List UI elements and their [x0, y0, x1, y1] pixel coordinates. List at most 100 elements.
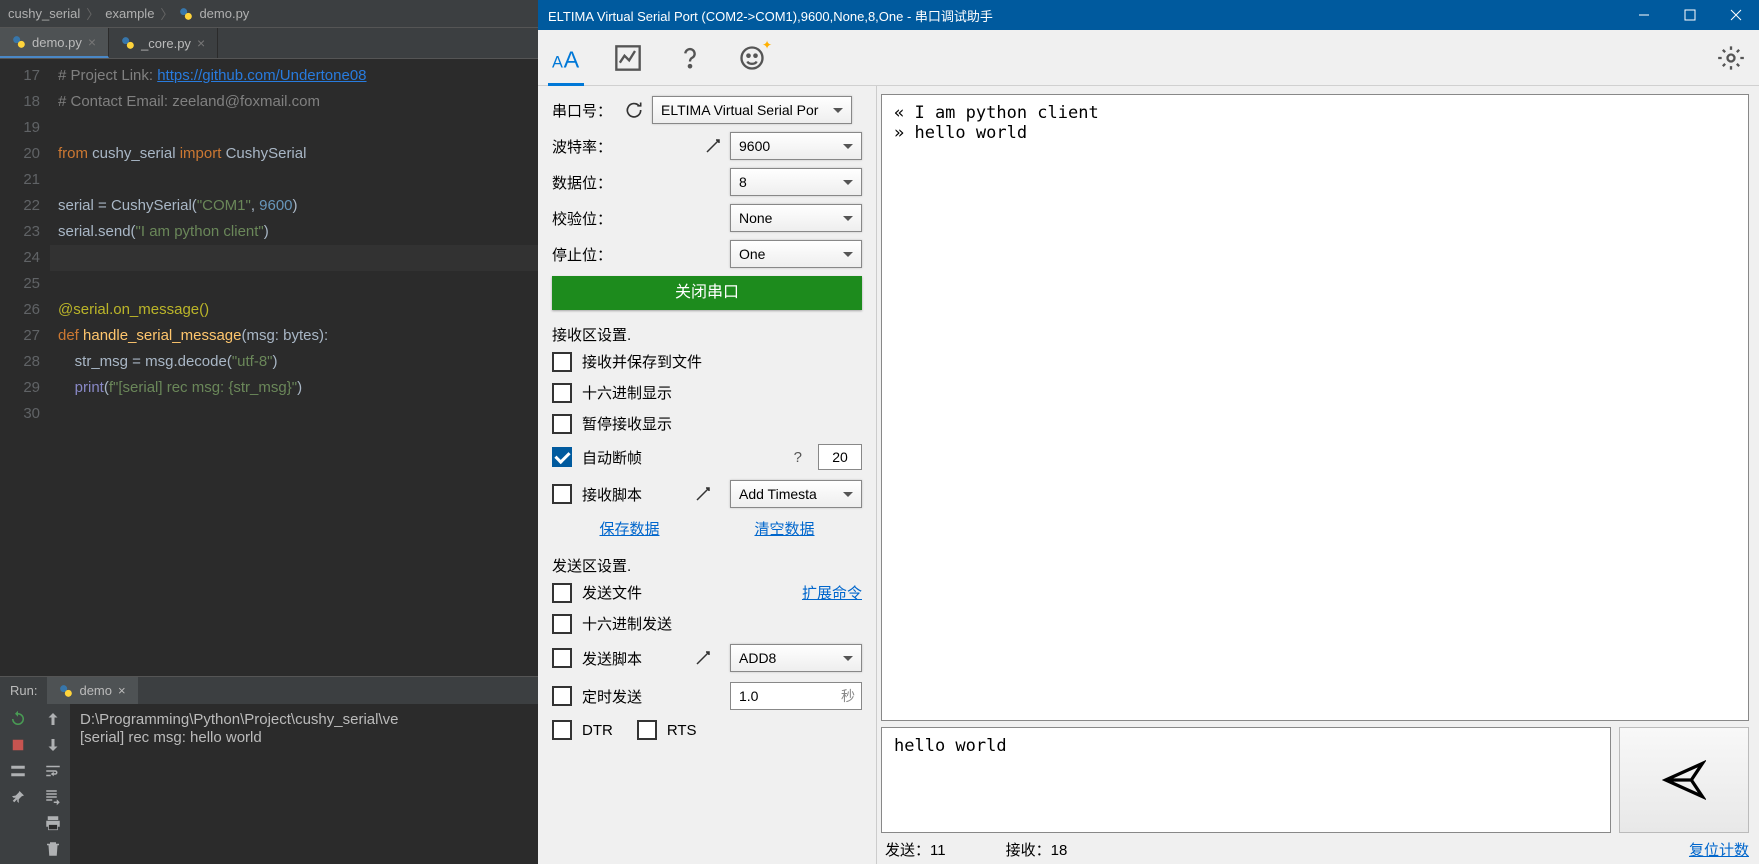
send-textarea[interactable]: hello world	[881, 727, 1611, 833]
clear-data-link[interactable]: 清空数据	[754, 518, 814, 539]
dtr-checkbox[interactable]	[552, 720, 572, 740]
pin-icon[interactable]	[9, 788, 27, 806]
help-icon[interactable]	[676, 44, 704, 72]
smiley-icon[interactable]: ✦	[738, 44, 766, 72]
recv-script-select[interactable]: Add Timesta	[730, 480, 862, 508]
recv-count: 接收：18	[1006, 839, 1068, 860]
close-port-button[interactable]: 关闭串口	[552, 276, 862, 310]
wrap-icon[interactable]	[44, 762, 62, 780]
chart-icon[interactable]	[614, 44, 642, 72]
save-data-link[interactable]: 保存数据	[599, 518, 659, 539]
help-icon[interactable]: ?	[794, 449, 802, 466]
send-file-checkbox[interactable]	[552, 583, 572, 603]
up-icon[interactable]	[44, 710, 62, 728]
minimize-button[interactable]	[1621, 0, 1667, 30]
settings-icon[interactable]	[1717, 44, 1745, 72]
layout-icon[interactable]	[9, 762, 27, 780]
parity-label: 校验位：	[552, 208, 624, 229]
serial-body: 串口号： ELTIMA Virtual Serial Por 波特率： 9600…	[538, 86, 1759, 864]
recv-pause-checkbox[interactable]	[552, 414, 572, 434]
wand-icon[interactable]	[704, 137, 722, 155]
run-header: Run: demo ×	[0, 677, 538, 704]
close-icon[interactable]: ×	[197, 35, 205, 51]
send-script-checkbox[interactable]	[552, 648, 572, 668]
maximize-button[interactable]	[1667, 0, 1713, 30]
wand-icon[interactable]	[694, 485, 712, 503]
stop-icon[interactable]	[9, 736, 27, 754]
python-icon	[12, 35, 26, 49]
recv-autoframe-checkbox[interactable]	[552, 447, 572, 467]
select-value: None	[739, 210, 772, 226]
svg-text:A: A	[564, 46, 580, 72]
python-icon	[121, 36, 135, 50]
output-line: [serial] rec msg: hello world	[80, 729, 262, 746]
send-hex-checkbox[interactable]	[552, 614, 572, 634]
python-icon	[179, 7, 193, 21]
send-script-select[interactable]: ADD8	[730, 644, 862, 672]
titlebar[interactable]: ELTIMA Virtual Serial Port (COM2->COM1),…	[538, 0, 1759, 30]
data-area: « I am python client » hello world hello…	[876, 86, 1759, 864]
recv-save-checkbox[interactable]	[552, 352, 572, 372]
editor-tab-core[interactable]: _core.py ×	[109, 28, 218, 58]
select-value: 8	[739, 174, 747, 190]
editor-tabs: demo.py × _core.py ×	[0, 28, 538, 59]
chk-label: 十六进制显示	[582, 382, 672, 403]
breadcrumb[interactable]: cushy_serial 〉 example 〉 demo.py	[0, 0, 538, 28]
select-value: ADD8	[739, 650, 776, 666]
chk-label: 暂停接收显示	[582, 413, 672, 434]
reset-count-link[interactable]: 复位计数	[1689, 839, 1749, 860]
autoframe-input[interactable]	[818, 444, 862, 470]
wand-icon[interactable]	[694, 649, 712, 667]
databits-select[interactable]: 8	[730, 168, 862, 196]
run-output[interactable]: D:\Programming\Python\Project\cushy_seri…	[70, 704, 538, 864]
scroll-icon[interactable]	[44, 788, 62, 806]
close-icon[interactable]: ×	[88, 34, 96, 50]
baud-select[interactable]: 9600	[730, 132, 862, 160]
serial-app: ELTIMA Virtual Serial Port (COM2->COM1),…	[538, 0, 1759, 864]
rts-checkbox[interactable]	[637, 720, 657, 740]
breadcrumb-sep: 〉	[160, 4, 173, 23]
close-icon[interactable]: ×	[118, 683, 126, 698]
ext-cmd-link[interactable]: 扩展命令	[802, 582, 862, 603]
close-button[interactable]	[1713, 0, 1759, 30]
select-value: 9600	[739, 138, 770, 154]
reload-icon[interactable]	[624, 100, 644, 120]
recv-textarea[interactable]: « I am python client » hello world	[881, 94, 1749, 721]
recv-hex-checkbox[interactable]	[552, 383, 572, 403]
databits-label: 数据位：	[552, 172, 624, 193]
window-title: ELTIMA Virtual Serial Port (COM2->COM1),…	[548, 6, 1621, 25]
rerun-icon[interactable]	[9, 710, 27, 728]
editor[interactable]: 1718192021222324252627282930 # Project L…	[0, 59, 538, 676]
stopbits-select[interactable]: One	[730, 240, 862, 268]
baud-label: 波特率：	[552, 136, 624, 157]
timed-send-checkbox[interactable]	[552, 686, 572, 706]
unit-label: 秒	[841, 686, 855, 706]
code-area[interactable]: # Project Link: https://github.com/Under…	[50, 59, 538, 676]
breadcrumb-item[interactable]: example	[105, 6, 154, 21]
run-tab[interactable]: demo ×	[47, 677, 137, 704]
trash-icon[interactable]	[44, 840, 62, 858]
select-value: ELTIMA Virtual Serial Por	[661, 102, 818, 118]
send-section-title: 发送区设置.	[552, 555, 862, 576]
down-icon[interactable]	[44, 736, 62, 754]
run-body: D:\Programming\Python\Project\cushy_seri…	[0, 704, 538, 864]
run-toolbar-mid	[35, 704, 70, 864]
font-icon[interactable]: AA	[552, 44, 580, 72]
send-button[interactable]	[1619, 727, 1749, 833]
parity-select[interactable]: None	[730, 204, 862, 232]
breadcrumb-item[interactable]: demo.py	[199, 6, 249, 21]
port-select[interactable]: ELTIMA Virtual Serial Por	[652, 96, 852, 124]
timed-send-input[interactable]: 1.0秒	[730, 682, 862, 710]
chk-label: DTR	[582, 722, 613, 739]
recv-script-checkbox[interactable]	[552, 484, 572, 504]
recv-section-title: 接收区设置.	[552, 324, 862, 345]
chk-label: 发送脚本	[582, 648, 642, 669]
chk-label: 定时发送	[582, 686, 642, 707]
breadcrumb-item[interactable]: cushy_serial	[8, 6, 80, 21]
settings-panel: 串口号： ELTIMA Virtual Serial Por 波特率： 9600…	[538, 86, 876, 864]
editor-tab-demo[interactable]: demo.py ×	[0, 28, 109, 58]
run-label: Run:	[0, 677, 47, 704]
print-icon[interactable]	[44, 814, 62, 832]
run-panel: Run: demo × D:\Programming\	[0, 676, 538, 864]
output-line: D:\Programming\Python\Project\cushy_seri…	[80, 711, 398, 728]
